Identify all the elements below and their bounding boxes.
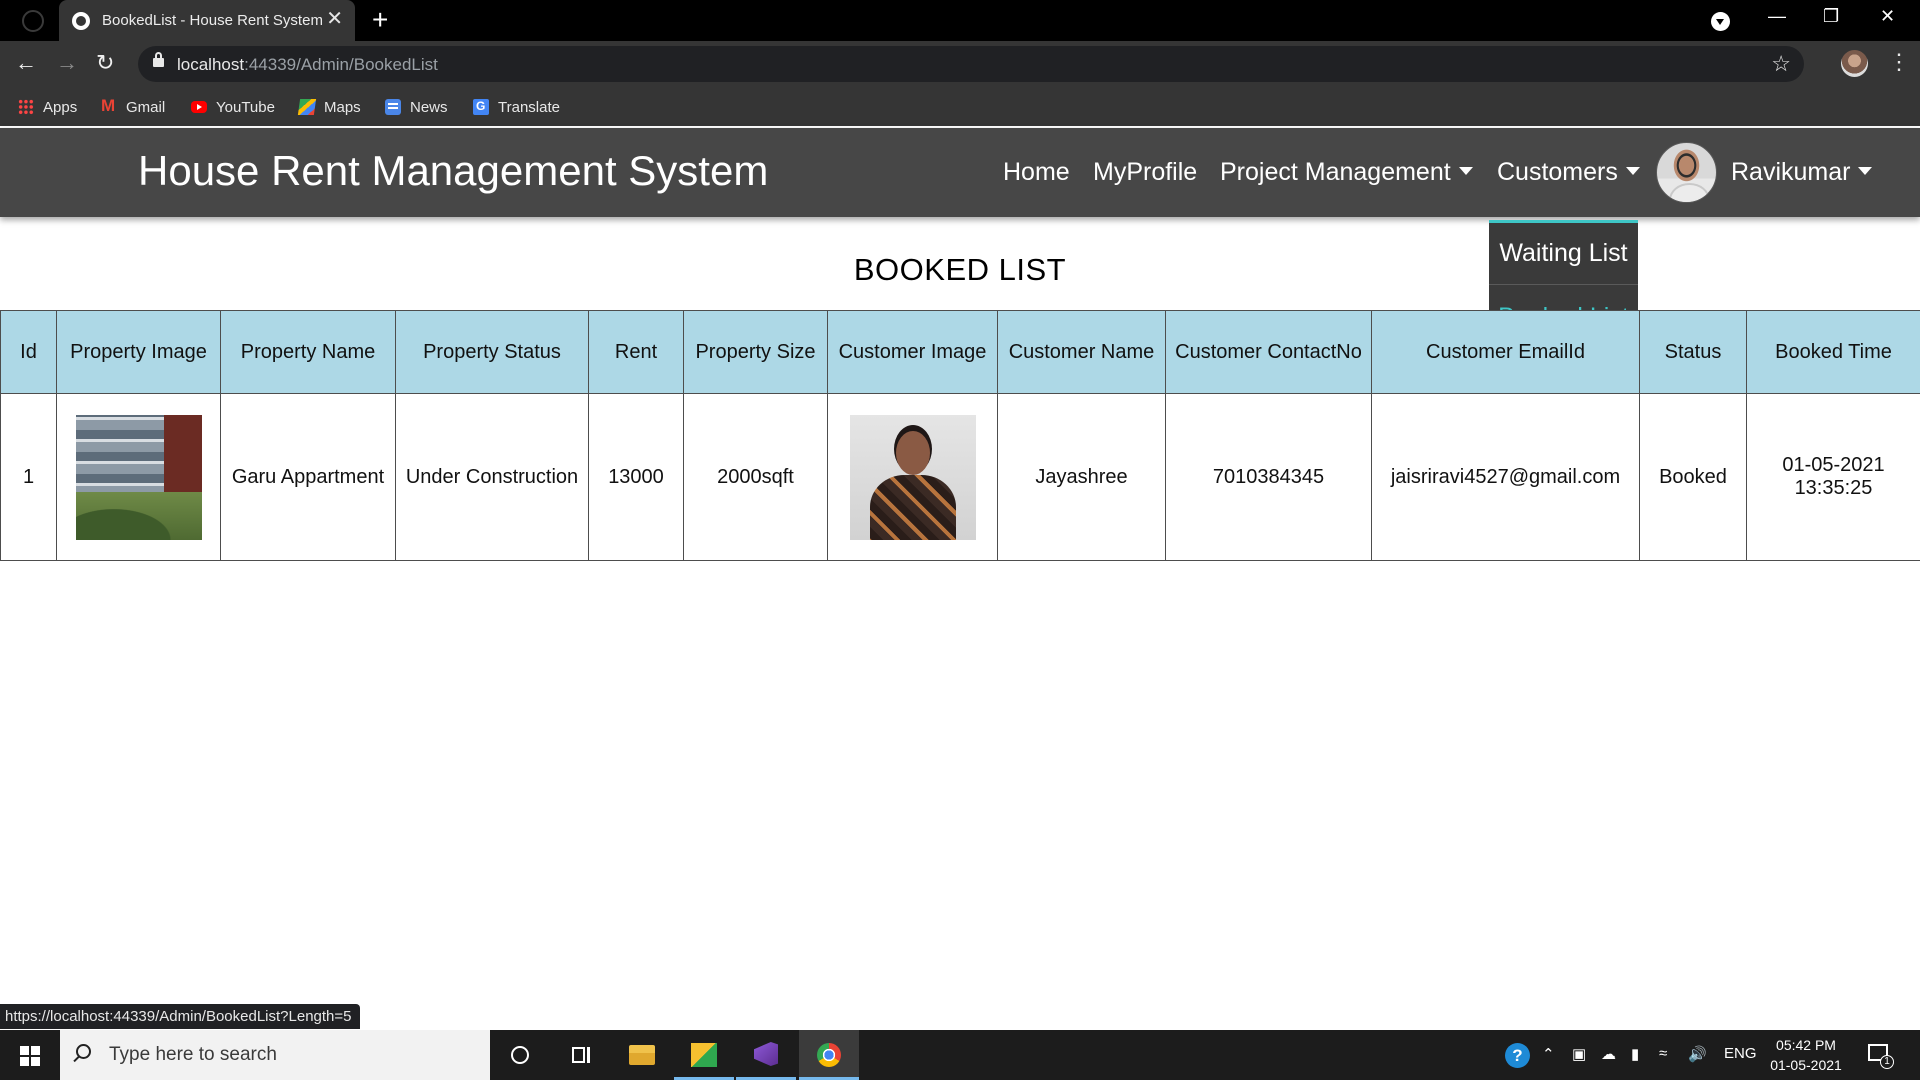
apps-icon — [18, 99, 34, 115]
address-bar[interactable]: localhost:44339/Admin/BookedList ☆ — [138, 46, 1804, 82]
nav-home[interactable]: Home — [1003, 158, 1070, 187]
youtube-icon — [191, 101, 207, 113]
taskbar-search-input[interactable]: Type here to search — [60, 1030, 490, 1080]
cell-customer-email: jaisriravi4527@gmail.com — [1371, 393, 1640, 561]
close-window-icon[interactable]: ✕ — [1880, 6, 1895, 27]
reload-icon[interactable]: ↻ — [96, 51, 114, 75]
caret-down-icon — [1858, 167, 1873, 176]
show-hidden-icons-chevron-icon[interactable]: ⌃ — [1542, 1045, 1555, 1063]
windows-start-icon[interactable] — [20, 1046, 40, 1066]
onedrive-cloud-icon[interactable]: ☁ — [1601, 1045, 1616, 1063]
browser-menu-icon[interactable]: ⋮ — [1888, 50, 1910, 74]
bookmark-youtube[interactable]: YouTube — [191, 96, 275, 118]
notification-count-badge: 1 — [1880, 1055, 1894, 1069]
task-view-icon[interactable] — [551, 1030, 611, 1080]
column-header-property-size: Property Size — [683, 310, 828, 394]
new-tab-button[interactable]: + — [372, 6, 388, 34]
gmail-icon — [101, 96, 117, 116]
help-icon[interactable]: ? — [1505, 1043, 1530, 1068]
clock-date: 01-05-2021 — [1770, 1057, 1842, 1073]
cell-status: Booked — [1639, 393, 1747, 561]
cell-id: 1 — [0, 393, 57, 561]
clock-time: 05:42 PM — [1776, 1037, 1836, 1053]
github-tab-icon[interactable] — [22, 10, 44, 32]
language-indicator[interactable]: ENG — [1724, 1045, 1757, 1062]
link-status-url: https://localhost:44339/Admin/BookedList… — [0, 1004, 360, 1029]
column-header-id: Id — [0, 310, 57, 394]
file-explorer-icon[interactable] — [612, 1030, 672, 1080]
nav-myprofile[interactable]: MyProfile — [1093, 158, 1197, 187]
translate-icon — [473, 99, 489, 115]
column-header-status: Status — [1639, 310, 1747, 394]
back-icon[interactable]: ← — [15, 51, 37, 75]
chrome-icon[interactable] — [799, 1030, 859, 1080]
caret-down-icon — [1458, 167, 1473, 176]
restore-window-icon[interactable]: ❐ — [1823, 6, 1839, 27]
column-header-customer-contact: Customer ContactNo — [1165, 310, 1372, 394]
windows-taskbar: Type here to search ? ⌃ ▣ ☁ ▮ ≈ 🔊 ENG 05… — [0, 1030, 1920, 1080]
brand-title[interactable]: House Rent Management System — [138, 147, 768, 195]
forward-icon[interactable]: → — [56, 51, 78, 75]
profile-avatar-icon[interactable] — [1841, 50, 1868, 77]
user-avatar[interactable] — [1656, 142, 1717, 203]
url-text[interactable]: localhost:44339/Admin/BookedList — [177, 55, 438, 75]
volume-icon[interactable]: 🔊 — [1688, 1045, 1707, 1063]
cell-property-status: Under Construction — [395, 393, 589, 561]
tab-close-icon[interactable]: ✕ — [326, 8, 343, 30]
nav-customers[interactable]: Customers — [1497, 158, 1640, 187]
wifi-icon[interactable]: ≈ — [1659, 1045, 1667, 1062]
news-icon — [385, 99, 401, 115]
column-header-property-name: Property Name — [220, 310, 396, 394]
bookmark-gmail[interactable]: Gmail — [101, 96, 165, 118]
battery-icon[interactable]: ▮ — [1631, 1045, 1639, 1063]
bookmark-translate[interactable]: Translate — [473, 96, 560, 118]
bookmark-news[interactable]: News — [385, 96, 448, 118]
browser-toolbar: ← → ↻ localhost:44339/Admin/BookedList ☆… — [0, 41, 1920, 87]
column-header-customer-email: Customer EmailId — [1371, 310, 1640, 394]
cell-customer-image — [827, 393, 998, 561]
browser-tab-active[interactable]: BookedList - House Rent System ✕ — [59, 0, 355, 41]
visual-studio-icon[interactable] — [736, 1030, 796, 1080]
cell-customer-contact: 7010384345 — [1165, 393, 1372, 561]
maps-icon — [297, 99, 317, 115]
booked-list-table: Id Property Image Property Name Property… — [0, 310, 1920, 561]
caret-down-icon — [1625, 167, 1640, 176]
cell-booked-time: 01-05-2021 13:35:25 — [1746, 393, 1920, 561]
bookmark-apps[interactable]: Apps — [18, 96, 77, 118]
app-launcher-icon[interactable] — [674, 1030, 734, 1080]
column-header-property-image: Property Image — [56, 310, 221, 394]
minimize-window-icon[interactable]: — — [1768, 6, 1786, 27]
column-header-booked-time: Booked Time — [1746, 310, 1920, 394]
column-header-rent: Rent — [588, 310, 684, 394]
customer-photo — [849, 414, 976, 540]
browser-tab-bar: BookedList - House Rent System ✕ + — ❐ ✕ — [0, 0, 1920, 41]
column-header-property-status: Property Status — [395, 310, 589, 394]
cell-property-image — [56, 393, 221, 561]
table-row: 1 Garu Appartment Under Construction 130… — [0, 393, 1920, 561]
cell-rent: 13000 — [588, 393, 684, 561]
system-clock[interactable]: 05:42 PM 01-05-2021 — [1768, 1035, 1844, 1075]
cortana-icon[interactable] — [490, 1030, 550, 1080]
cell-property-size: 2000sqft — [683, 393, 828, 561]
nav-project-management[interactable]: Project Management — [1220, 158, 1473, 187]
cell-property-name: Garu Appartment — [220, 393, 396, 561]
cell-customer-name: Jayashree — [997, 393, 1166, 561]
search-icon — [76, 1044, 91, 1059]
column-header-customer-name: Customer Name — [997, 310, 1166, 394]
search-placeholder: Type here to search — [109, 1044, 277, 1065]
tab-search-icon[interactable] — [1711, 12, 1730, 31]
tab-title: BookedList - House Rent System — [102, 12, 323, 29]
property-photo — [75, 414, 202, 540]
bookmark-star-icon[interactable]: ☆ — [1771, 51, 1791, 77]
lock-icon[interactable] — [153, 52, 164, 67]
bookmarks-bar: Apps Gmail YouTube Maps News Translate — [0, 87, 1920, 126]
bookmark-maps[interactable]: Maps — [297, 96, 361, 118]
table-header-row: Id Property Image Property Name Property… — [0, 310, 1920, 394]
nav-user-menu[interactable]: Ravikumar — [1731, 158, 1873, 187]
meet-now-icon[interactable]: ▣ — [1572, 1045, 1586, 1063]
app-navbar: House Rent Management System Home MyProf… — [0, 128, 1920, 217]
page-title: BOOKED LIST — [853, 252, 1067, 287]
column-header-customer-image: Customer Image — [827, 310, 998, 394]
tab-favicon-icon — [72, 12, 90, 30]
